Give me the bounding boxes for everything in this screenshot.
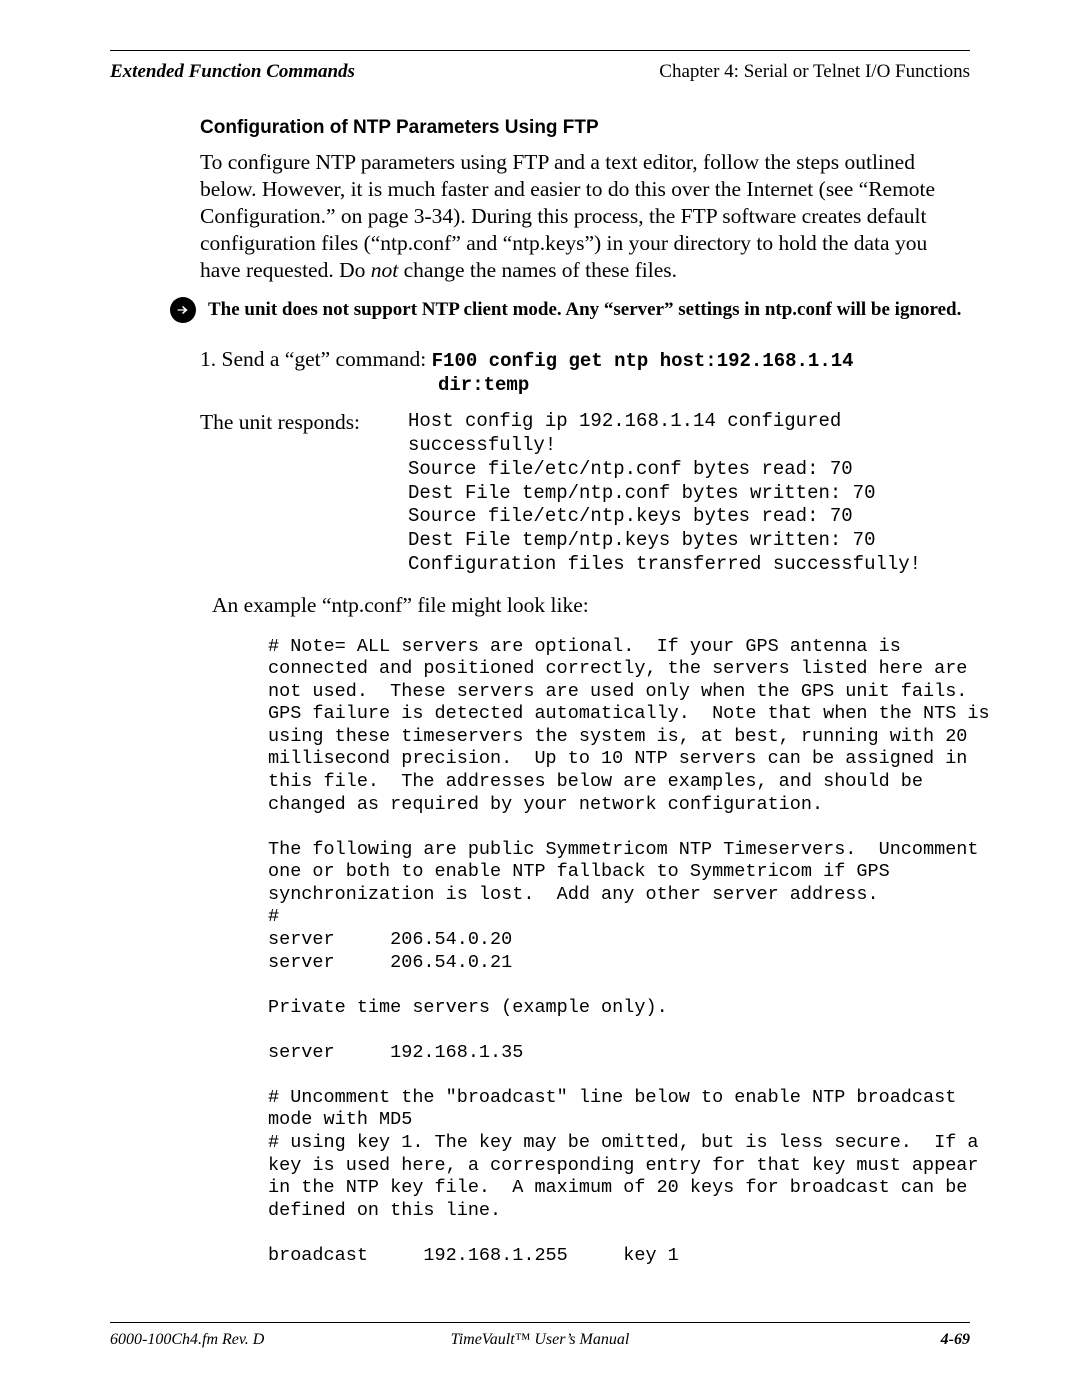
arrow-right-circle-icon <box>170 297 196 323</box>
intro-text-2: change the names of these files. <box>398 258 677 282</box>
header-left: Extended Function Commands <box>110 61 355 83</box>
response-label: The unit responds: <box>200 410 408 576</box>
unit-response: The unit responds: Host config ip 192.16… <box>200 410 970 576</box>
response-lines: Host config ip 192.168.1.14 configured s… <box>408 410 921 576</box>
footer-rule <box>110 1322 970 1323</box>
intro-not: not <box>371 258 398 282</box>
header-rule <box>110 50 970 51</box>
running-footer: 6000-100Ch4.fm Rev. D TimeVault™ User’s … <box>110 1331 970 1349</box>
page: Extended Function Commands Chapter 4: Se… <box>0 0 1080 1397</box>
footer-center: TimeVault™ User’s Manual <box>110 1331 970 1349</box>
ntp-conf-example: # Note= ALL servers are optional. If you… <box>268 636 990 1268</box>
step-1-command: F100 config get ntp host:192.168.1.14 <box>432 350 854 372</box>
example-intro: An example “ntp.conf” file might look li… <box>212 593 970 618</box>
header-right: Chapter 4: Serial or Telnet I/O Function… <box>659 61 970 83</box>
step-1-prefix: 1. Send a “get” command: <box>200 347 432 371</box>
step-1: 1. Send a “get” command: F100 config get… <box>200 347 970 372</box>
note-text: The unit does not support NTP client mod… <box>208 299 961 321</box>
running-header: Extended Function Commands Chapter 4: Se… <box>110 61 970 83</box>
body-content: Configuration of NTP Parameters Using FT… <box>200 117 970 1267</box>
intro-paragraph: To configure NTP parameters using FTP an… <box>200 149 970 283</box>
section-heading: Configuration of NTP Parameters Using FT… <box>200 117 970 139</box>
note-callout: The unit does not support NTP client mod… <box>170 297 970 323</box>
step-1-command-line2: dir:temp <box>438 374 970 396</box>
